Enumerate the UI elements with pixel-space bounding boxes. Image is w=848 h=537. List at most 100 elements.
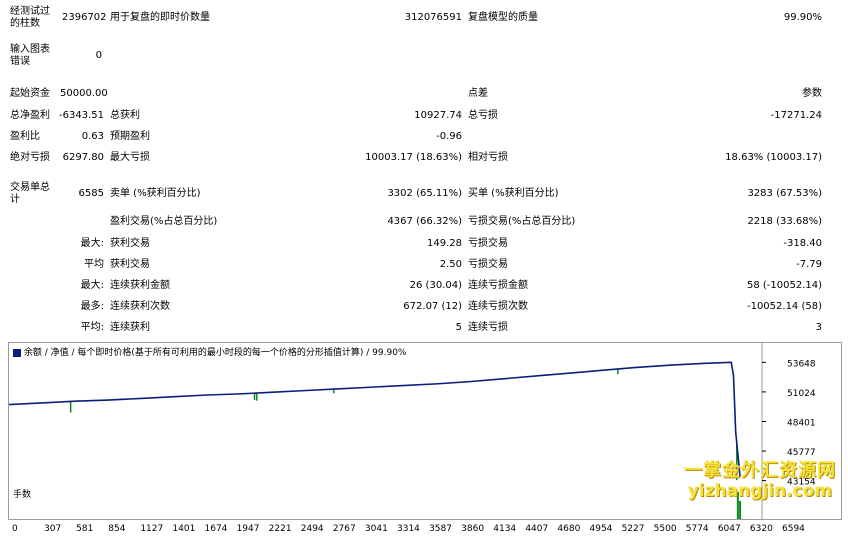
loss-trades-value: 2218 (33.68%) [747,216,822,227]
initial-deposit-label: 起始资金 [10,88,50,99]
loss-trades-label: 亏损交易(%占总百分比) [468,216,576,227]
x-tick-label: 3587 [429,524,452,534]
chart-title-text: 余额 / 净值 / 每个即时价格(基于所有可利用的最小时段的每一个价格的分形插值… [23,348,407,358]
average-profit-value: 2.50 [439,259,462,270]
x-tick-label: 5774 [685,524,709,534]
x-tick-label: 5500 [653,524,677,534]
x-tick-label: 6047 [717,524,741,534]
spread-value: 参数 [802,88,822,99]
initial-deposit-value: 50000.00 [60,88,108,99]
profit-factor-label: 盈利比 [10,131,40,142]
max-consec-prefix: 最大: [80,280,104,291]
ticks-value: 312076591 [404,12,462,23]
avg-consec-wins-label: 连续获利 [110,322,150,333]
x-tick-label: 4134 [493,524,517,534]
x-tick-label: 2767 [332,524,356,534]
x-tick-label: 1127 [140,524,164,534]
errors-label: 输入图表 错误 [10,44,50,67]
max-consec-loss-value: -10052.14 (58) [746,301,822,312]
spread-label: 点差 [468,88,488,99]
largest-loss-label: 亏损交易 [468,238,508,249]
x-tick-label: 1947 [236,524,260,534]
expected-payoff-label: 预期盈利 [110,131,150,142]
expected-payoff-value: -0.96 [436,131,462,142]
report-stats: 经测试过 的柱数 2396702 用于复盘的即时价数量 312076591 复盘… [0,0,848,340]
x-tick-label: 1674 [204,524,228,534]
x-tick-label: 2494 [300,524,324,534]
max-consec-profit-label: 连续获利次数 [110,301,170,312]
quality-label: 复盘模型的质量 [468,12,538,23]
x-tick-label: 581 [76,524,94,534]
max-consec-wins-label: 连续获利金额 [110,280,170,291]
x-tick-label: 1401 [172,524,196,534]
max-consec-losses-value: 58 (-10052.14) [746,280,822,291]
abs-drawdown-label: 绝对亏损 [10,152,50,163]
gross-profit-label: 总获利 [110,110,140,121]
max-consec-wins-value: 26 (30.04) [409,280,462,291]
long-positions-value: 3283 (67.53%) [747,188,822,199]
profit-trades-label: 盈利交易(%占总百分比) [110,216,218,227]
avg-consec-losses-label: 连续亏损 [468,322,508,333]
max-consec-losses-label: 连续亏损金额 [468,280,528,291]
x-axis: 0 307 581 854 1127 1401 1674 1947 2221 2494 2767 30… [8,520,840,536]
x-tick-label: 3041 [364,524,388,534]
net-profit-label: 总净盈利 [10,110,50,121]
x-tick-label: 0 [12,524,18,534]
average-prefix: 平均 [84,259,104,270]
balance-line [8,361,741,477]
avg-consec-prefix: 平均: [80,322,104,333]
x-tick-label: 854 [108,524,126,534]
y-tick-label: 51024 [787,389,816,399]
bars-value: 2396702 [62,12,107,23]
y-tick-label: 53648 [787,359,816,369]
avg-consec-losses-value: 3 [815,322,822,333]
volume-label: 手数 [13,490,32,500]
average-loss-label: 亏损交易 [468,259,508,270]
gross-profit-value: 10927.74 [414,110,462,121]
max-consec-loss-label: 连续亏损次数 [468,301,528,312]
errors-value: 0 [95,50,102,61]
total-trades-label: 交易单总 计 [10,182,50,205]
x-tick-label: 5227 [621,524,645,534]
average-profit-label: 获利交易 [110,259,150,270]
y-tick-label: 48401 [787,418,816,428]
total-trades-value: 6585 [78,188,104,199]
gross-loss-label: 总亏损 [468,110,498,121]
max-drawdown-value: 10003.17 (18.63%) [365,152,462,163]
x-tick-label: 307 [44,524,62,534]
x-tick-label: 4407 [525,524,549,534]
watermark-url: yizhangjin.com [687,481,832,501]
profit-factor-value: 0.63 [81,131,104,142]
avg-consec-wins-value: 5 [455,322,462,333]
balance-legend-swatch [13,348,21,357]
most-consec-prefix: 最多: [80,301,104,312]
bars-label: 经测试过 的柱数 [10,6,50,29]
short-positions-value: 3302 (65.11%) [387,188,462,199]
x-tick-label: 4954 [589,524,613,534]
chart-title: 余额 / 净值 / 每个即时价格(基于所有可利用的最小时段的每一个价格的分形插值… [13,345,406,358]
largest-profit-label: 获利交易 [110,238,150,249]
quality-value: 99.90% [783,12,822,23]
net-profit-value: -6343.51 [59,110,104,121]
average-loss-value: -7.79 [796,259,822,270]
max-consec-profit-value: 672.07 (12) [403,301,462,312]
x-tick-label: 6320 [749,524,773,534]
x-tick-label: 4680 [557,524,581,534]
short-positions-label: 卖单 (%获利百分比) [110,188,201,199]
gross-loss-value: -17271.24 [770,110,822,121]
x-tick-label: 3860 [461,524,485,534]
largest-profit-value: 149.28 [427,238,462,249]
x-tick-label: 2221 [268,524,292,534]
largest-prefix: 最大: [80,238,104,249]
rel-drawdown-label: 相对亏损 [468,152,508,163]
long-positions-label: 买单 (%获利百分比) [468,188,559,199]
largest-loss-value: -318.40 [783,238,822,249]
x-tick-label: 6594 [782,524,805,534]
x-tick-label: 3314 [397,524,420,534]
abs-drawdown-value: 6297.80 [62,152,104,163]
ticks-label: 用于复盘的即时价数量 [110,12,210,23]
max-drawdown-label: 最大亏损 [110,152,150,163]
rel-drawdown-value: 18.63% (10003.17) [725,152,822,163]
watermark-title: 一掌金外汇资源网 [684,460,836,481]
profit-trades-value: 4367 (66.32%) [387,216,462,227]
